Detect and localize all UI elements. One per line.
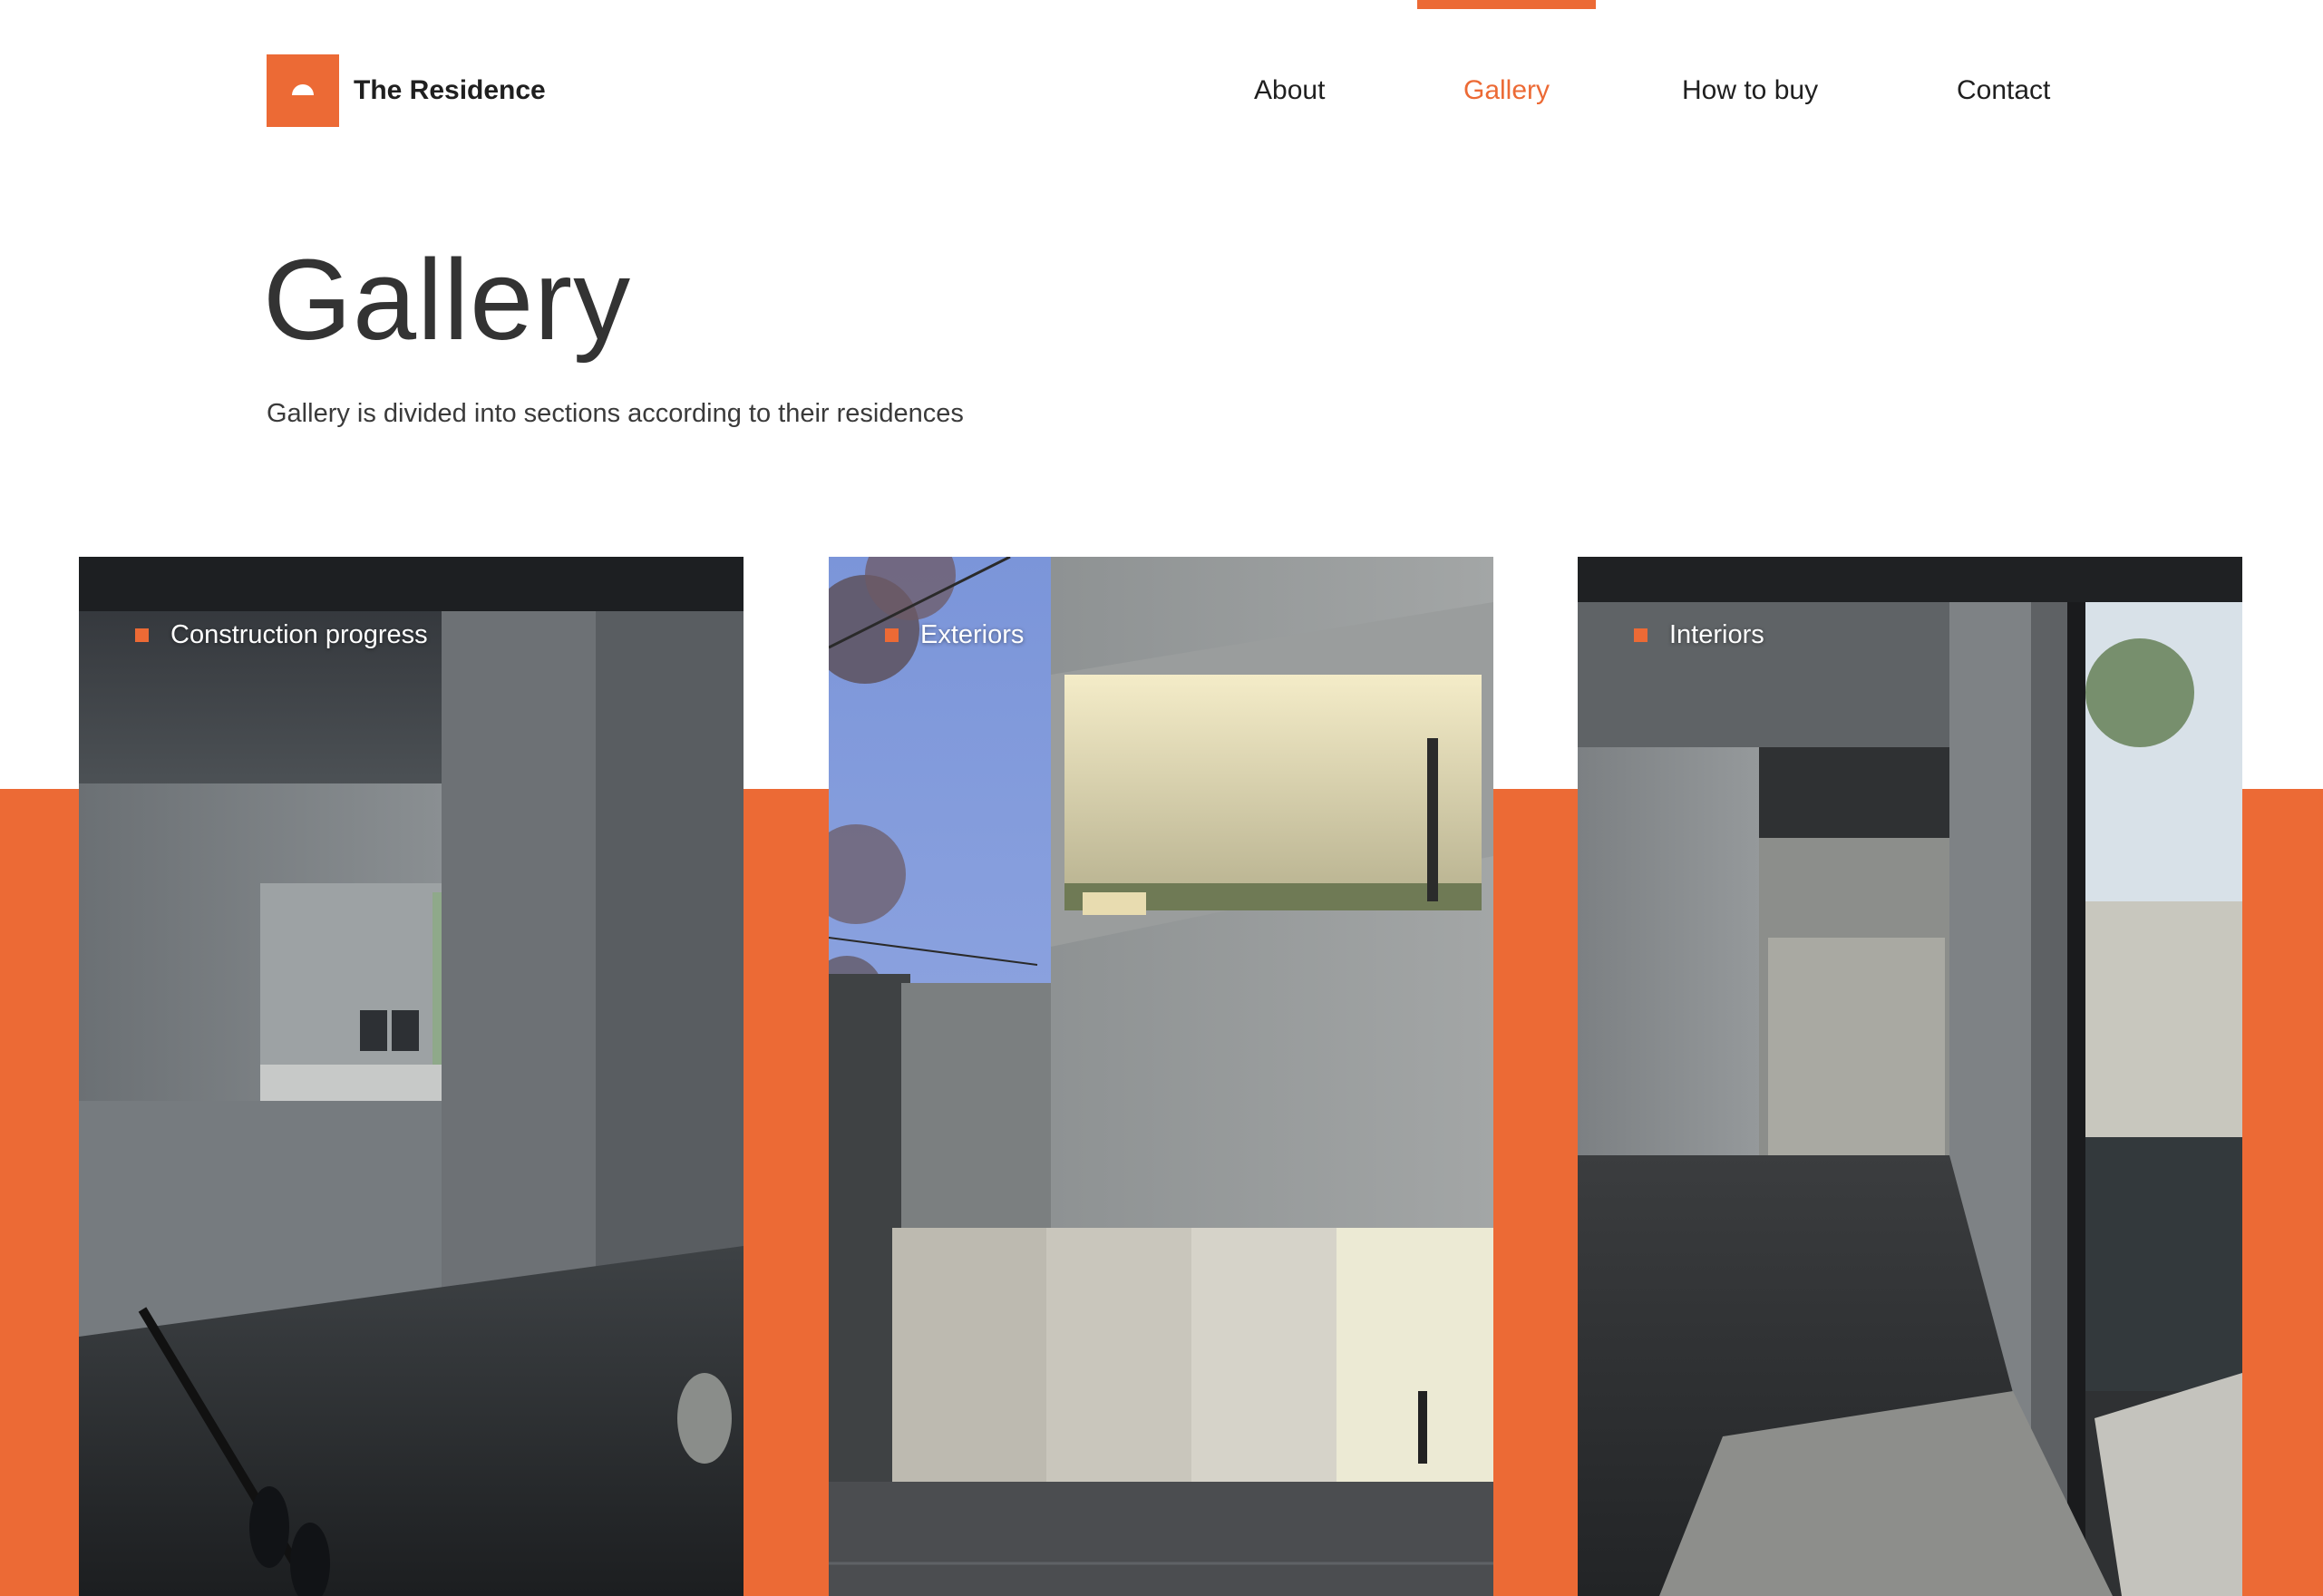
nav-contact[interactable]: Contact [1957,73,2050,109]
page-title: Gallery [263,236,632,364]
bullet-icon [135,628,149,642]
card-label: Interiors [1634,620,1764,650]
concrete-entrance-hall-stone-photo [1578,557,2242,1596]
concrete-house-facade-dusk-photo [829,557,1493,1596]
card-title: Interiors [1669,620,1764,649]
card-label: Construction progress [135,620,428,650]
gallery-card-exteriors[interactable]: Exteriors [829,557,1493,1596]
bullet-icon [1634,628,1647,642]
gallery-card-construction[interactable]: Construction progress [79,557,744,1596]
bullet-icon [885,628,899,642]
nav-about[interactable]: About [1254,73,1325,109]
card-title: Exteriors [920,620,1025,649]
concrete-interior-atrium-photo [79,557,744,1596]
gallery-card-interiors[interactable]: Interiors [1578,557,2242,1596]
card-label: Exteriors [885,620,1024,650]
main-navigation: About Gallery How to buy Contact [0,73,2323,109]
card-title: Construction progress [170,620,428,649]
page-subtitle: Gallery is divided into sections accordi… [267,399,964,428]
active-nav-indicator [1417,0,1596,9]
nav-how-to-buy[interactable]: How to buy [1682,73,1818,109]
nav-gallery[interactable]: Gallery [1463,73,1550,109]
